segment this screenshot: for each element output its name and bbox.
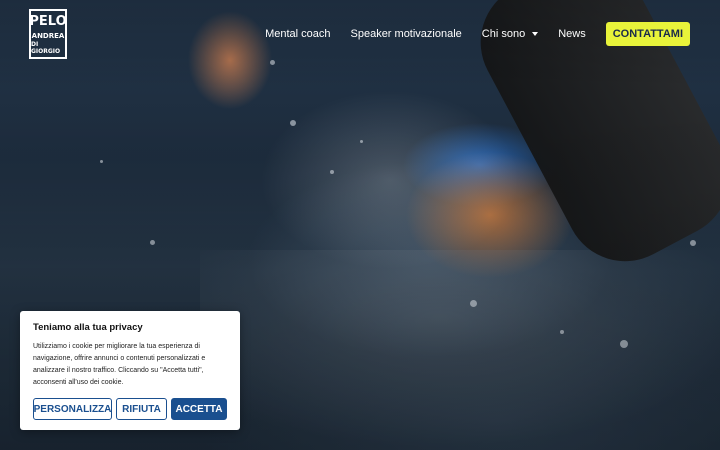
cookie-consent-banner: Teniamo alla tua privacy Utilizziamo i c… [20, 311, 240, 430]
logo-line-1: PELO [29, 13, 67, 29]
nav-item-mental-coach[interactable]: Mental coach [265, 28, 330, 40]
logo-line-3: DI GIORGIO [31, 40, 61, 55]
cookie-body-text: Utilizziamo i cookie per migliorare la t… [33, 343, 206, 386]
nav-item-chi-sono[interactable]: Chi sono [481, 28, 539, 40]
chevron-down-icon [532, 32, 539, 36]
logo-line-2: ANDREA [31, 31, 65, 40]
accept-button[interactable]: ACCETTA [171, 398, 227, 420]
main-nav: Mental coach Speaker motivazionale Chi s… [265, 22, 690, 46]
nav-item-label: Chi sono [481, 28, 526, 40]
nav-item-speaker[interactable]: Speaker motivazionale [351, 28, 462, 40]
site-logo[interactable]: PELO ANDREA DI GIORGIO [29, 9, 67, 59]
cookie-title: Teniamo alla tua privacy [33, 322, 143, 333]
reject-button[interactable]: RIFIUTA [116, 398, 167, 420]
nav-item-news[interactable]: News [558, 28, 586, 40]
customize-button[interactable]: PERSONALIZZA [33, 398, 112, 420]
contact-button[interactable]: CONTATTAMI [605, 22, 690, 46]
cookie-buttons: PERSONALIZZA RIFIUTA ACCETTA [33, 398, 227, 420]
